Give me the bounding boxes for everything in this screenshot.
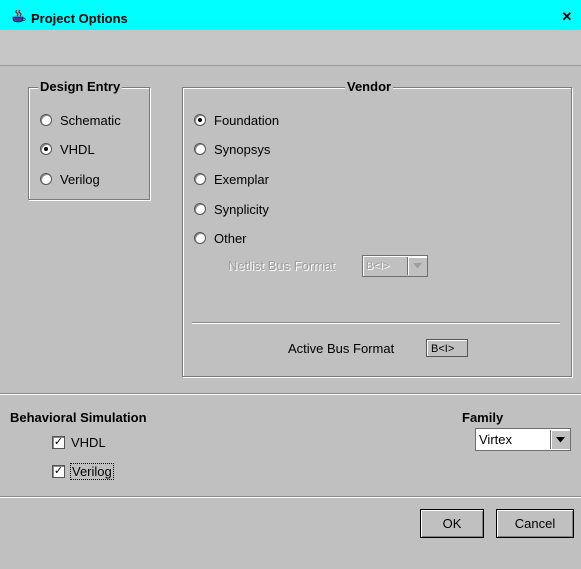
radio-button[interactable]: [194, 143, 206, 155]
radio-label: Verilog: [60, 171, 100, 187]
separator: [0, 496, 581, 498]
radio-label: Schematic: [60, 112, 121, 128]
active-bus-format-button[interactable]: B<I>: [426, 339, 468, 357]
radio-button[interactable]: [40, 114, 52, 126]
radio-label: Synopsys: [214, 141, 271, 157]
radio-label: Synplicity: [214, 201, 269, 217]
separator: [0, 393, 581, 395]
family-select[interactable]: Virtex: [475, 428, 571, 451]
radio-other[interactable]: Other: [194, 229, 247, 247]
radio-synopsys[interactable]: Synopsys: [194, 140, 270, 158]
radio-synplicity[interactable]: Synplicity: [194, 200, 269, 218]
netlist-bus-format-value: B<I>: [366, 260, 390, 272]
radio-button[interactable]: [40, 173, 52, 185]
checkbox[interactable]: ✓: [52, 464, 65, 478]
radio-button[interactable]: [194, 114, 206, 126]
cancel-button[interactable]: Cancel: [496, 509, 574, 538]
radio-schematic[interactable]: Schematic: [40, 111, 121, 129]
family-label: Family: [462, 410, 504, 425]
ok-button[interactable]: OK: [420, 509, 484, 538]
radio-label: Other: [214, 230, 247, 246]
design-entry-label: Design Entry: [38, 79, 123, 94]
radio-label: Foundation: [214, 112, 280, 128]
radio-button[interactable]: [194, 232, 206, 244]
separator: [192, 322, 560, 324]
checkbox-label: VHDL: [71, 434, 106, 450]
checkbox-vhdl[interactable]: ✓ VHDL: [52, 433, 106, 451]
radio-verilog[interactable]: Verilog: [40, 170, 100, 188]
vendor-label: Vendor: [345, 79, 394, 94]
radio-label: VHDL: [60, 141, 95, 157]
chevron-down-icon[interactable]: [550, 430, 570, 449]
radio-foundation[interactable]: Foundation: [194, 111, 279, 129]
active-bus-format-label: Active Bus Format: [288, 341, 395, 356]
checkbox-verilog[interactable]: ✓ Verilog: [52, 462, 114, 480]
family-value: Virtex: [479, 432, 512, 447]
java-cup-icon: [11, 9, 27, 23]
radio-exemplar[interactable]: Exemplar: [194, 170, 269, 188]
close-icon[interactable]: ✕: [560, 10, 574, 24]
radio-vhdl[interactable]: VHDL: [40, 140, 95, 158]
window-title: Project Options: [31, 11, 128, 26]
checkbox-label: Verilog: [70, 462, 114, 480]
behavioral-simulation-label: Behavioral Simulation: [10, 410, 147, 425]
radio-button[interactable]: [194, 203, 206, 215]
radio-button[interactable]: [40, 143, 52, 155]
radio-button[interactable]: [194, 173, 206, 185]
toolbar-strip: [0, 30, 581, 66]
checkbox[interactable]: ✓: [52, 435, 65, 449]
radio-label: Exemplar: [214, 171, 269, 187]
chevron-down-icon: [407, 257, 427, 275]
netlist-bus-format-label: Netlist Bus Format: [228, 258, 335, 273]
netlist-bus-format-select: B<I>: [362, 255, 428, 277]
